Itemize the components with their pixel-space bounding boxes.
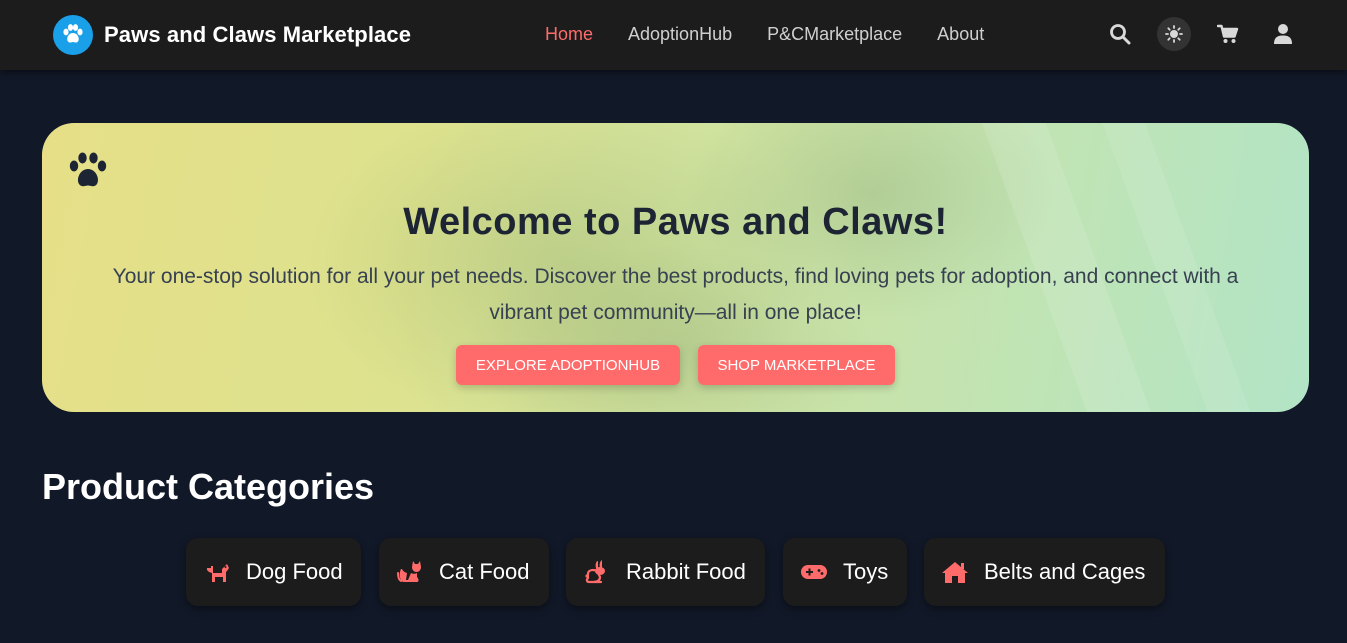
category-label: Dog Food — [246, 559, 343, 584]
shop-marketplace-button[interactable]: Shop Marketplace — [698, 345, 895, 385]
gamepad-icon — [800, 558, 828, 586]
nav-link-home[interactable]: Home — [545, 24, 593, 45]
category-toys[interactable]: Toys — [783, 538, 907, 606]
category-rabbit-food[interactable]: Rabbit Food — [566, 538, 765, 606]
category-label: Toys — [843, 559, 889, 584]
section-title: Product Categories — [42, 466, 375, 507]
hero-title: Welcome to Paws and Claws! — [403, 201, 948, 243]
brand[interactable]: Paws and Claws Marketplace — [53, 15, 411, 55]
nav-links: Home AdoptionHub P&CMarketplace About — [545, 24, 1019, 45]
dog-icon — [203, 558, 231, 586]
paw-logo-icon — [53, 15, 93, 55]
category-list: Dog Food Cat Food Rabbit Food Toys Belts… — [0, 538, 1347, 606]
category-cat-food[interactable]: Cat Food — [379, 538, 549, 606]
nav-link-about[interactable]: About — [937, 24, 984, 45]
explore-adoptionhub-button[interactable]: Explore AdoptionHub — [456, 345, 680, 385]
rabbit-icon — [583, 558, 611, 586]
paw-icon — [67, 151, 109, 196]
cat-icon — [396, 558, 424, 586]
category-dog-food[interactable]: Dog Food — [186, 538, 361, 606]
nav-link-adoptionhub[interactable]: AdoptionHub — [628, 24, 732, 45]
category-belts-and-cages[interactable]: Belts and Cages — [924, 538, 1165, 606]
brand-name: Paws and Claws Marketplace — [104, 22, 412, 47]
theme-toggle-button[interactable] — [1157, 17, 1191, 51]
nav-link-marketplace[interactable]: P&CMarketplace — [767, 24, 902, 45]
cart-icon[interactable] — [1211, 17, 1245, 51]
sun-icon — [1165, 25, 1183, 43]
hero-subtitle: Your one-stop solution for all your pet … — [112, 265, 1239, 324]
nav-icons — [1103, 17, 1300, 51]
search-icon[interactable] — [1103, 17, 1137, 51]
house-icon — [941, 558, 969, 586]
navbar: Paws and Claws Marketplace Home Adoption… — [0, 0, 1347, 70]
category-label: Rabbit Food — [626, 559, 746, 584]
hero-banner: Welcome to Paws and Claws! Your one-stop… — [42, 123, 1309, 412]
category-label: Cat Food — [439, 559, 530, 584]
category-label: Belts and Cages — [984, 559, 1146, 584]
user-icon[interactable] — [1266, 17, 1300, 51]
